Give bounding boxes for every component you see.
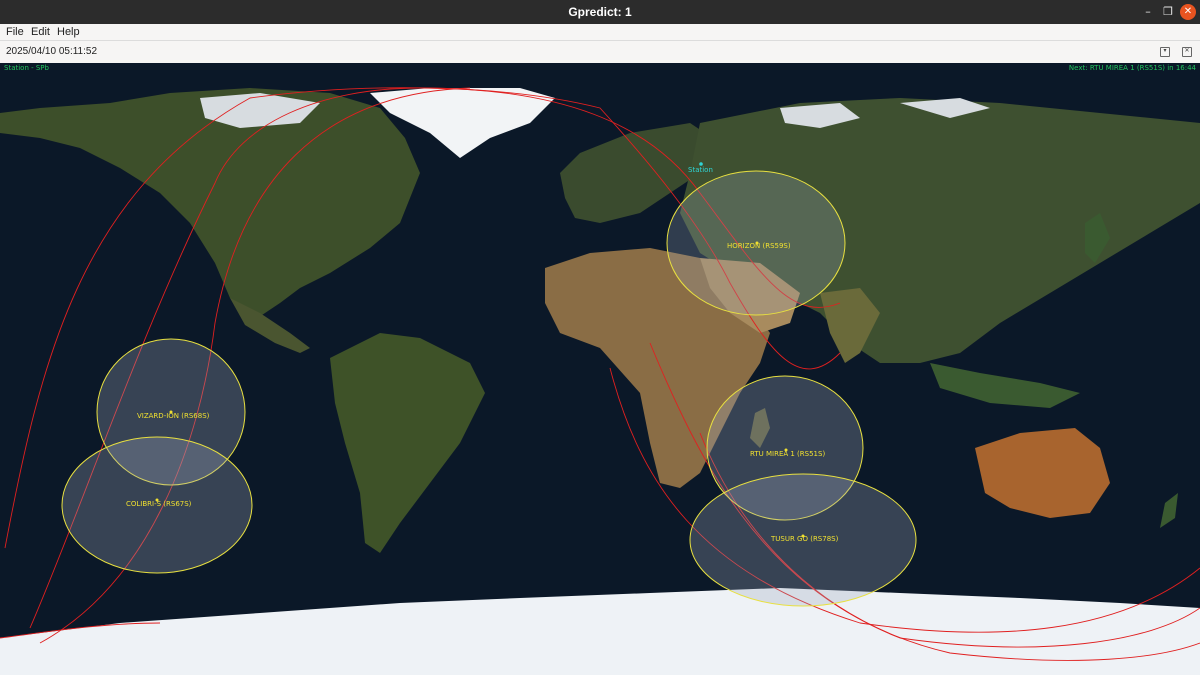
map-canvas: Station HORIZON (RS59S) VIZARD-ION (RS68… bbox=[0, 63, 1200, 675]
menu-edit[interactable]: Edit bbox=[31, 25, 50, 39]
module-toolbar: 2025/04/10 05:11:52 ▾ ✕ bbox=[0, 40, 1200, 63]
station-map-label: Station bbox=[688, 166, 713, 174]
menu-file[interactable]: File bbox=[6, 25, 24, 39]
sat-label-colibri-s[interactable]: COLIBRI-S (RS67S) bbox=[126, 500, 192, 508]
world-map-view[interactable]: Station HORIZON (RS59S) VIZARD-ION (RS68… bbox=[0, 63, 1200, 675]
next-pass-status: Next: RTU MIREA 1 (RS51S) in 16:44 bbox=[1068, 64, 1196, 72]
dropdown-icon[interactable]: ▾ bbox=[1160, 47, 1170, 57]
datetime-display: 2025/04/10 05:11:52 bbox=[6, 46, 98, 57]
sat-label-vizard-ion[interactable]: VIZARD-ION (RS68S) bbox=[137, 412, 210, 420]
minimize-icon[interactable]: – bbox=[1140, 4, 1156, 20]
close-icon[interactable]: ✕ bbox=[1180, 4, 1196, 20]
sat-label-horizon[interactable]: HORIZON (RS59S) bbox=[727, 242, 791, 250]
menu-help[interactable]: Help bbox=[57, 25, 80, 39]
station-status: Station - SPb bbox=[4, 64, 49, 72]
detach-icon[interactable]: ✕ bbox=[1182, 47, 1192, 57]
menu-bar: File Edit Help bbox=[0, 24, 1200, 40]
sat-label-rtu-mirea[interactable]: RTU MIREA 1 (RS51S) bbox=[750, 450, 825, 458]
window-title: Gpredict: 1 bbox=[568, 5, 632, 19]
restore-icon[interactable]: ❐ bbox=[1160, 4, 1176, 20]
title-bar: Gpredict: 1 – ❐ ✕ bbox=[0, 0, 1200, 24]
sat-label-tusur-go[interactable]: TUSUR GO (RS78S) bbox=[770, 535, 839, 543]
